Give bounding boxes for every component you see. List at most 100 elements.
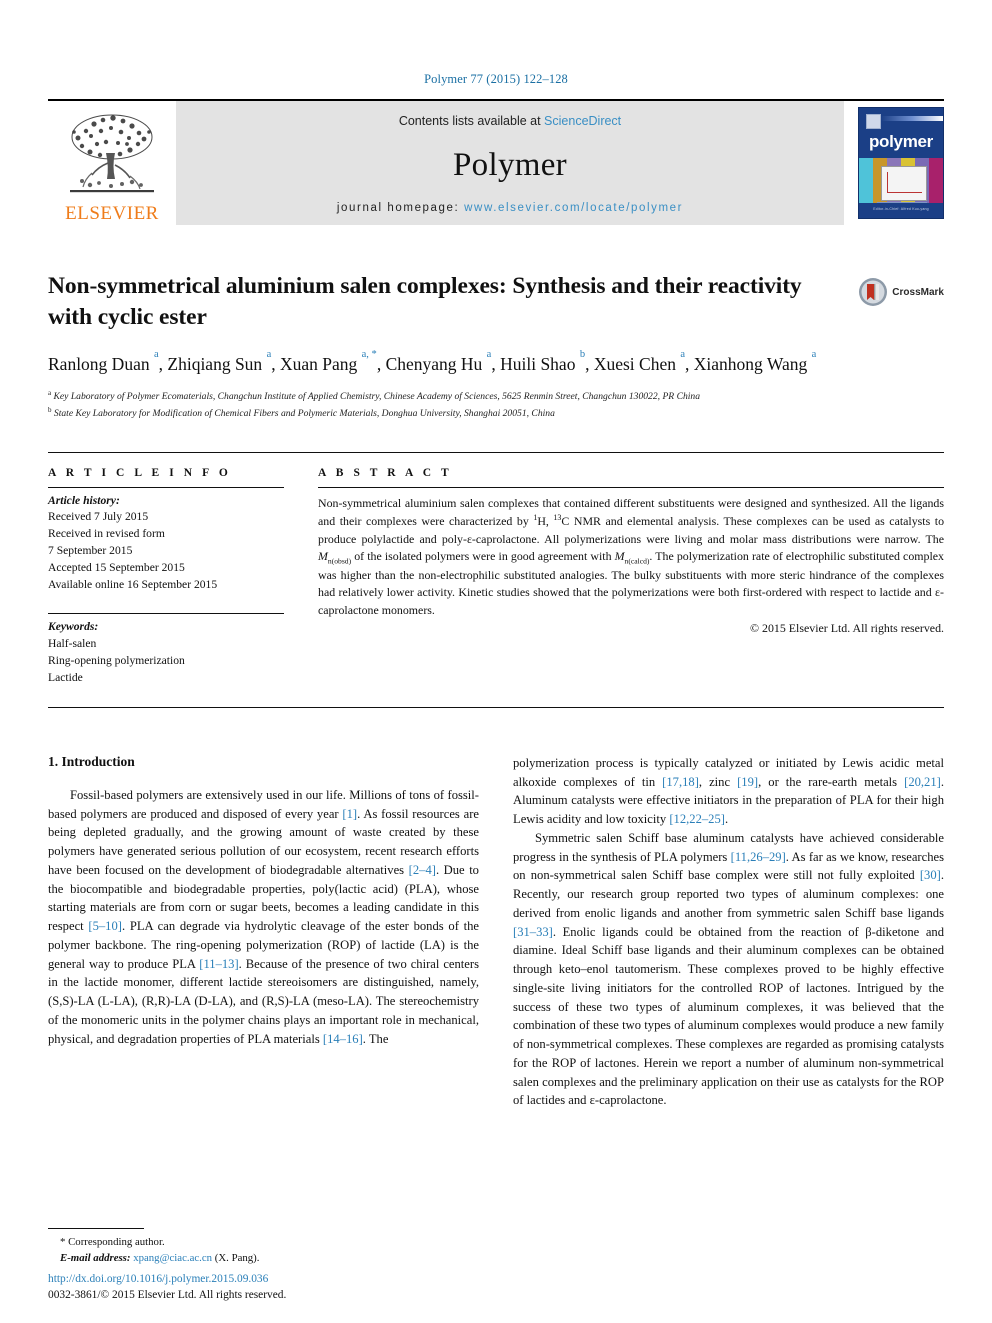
author-item: Xianhong Wang a [693,349,817,374]
intro-paragraph-right-1: polymerization process is typically cata… [513,754,944,829]
journal-title: Polymer [453,146,567,183]
email-label: E-mail address: [60,1251,131,1264]
article-history-item: Received in revised form [48,527,165,541]
abstract-column: A B S T R A C T Non-symmetrical aluminiu… [318,467,944,687]
keyword-item: Lactide [48,670,83,684]
cover-footer-rule [877,202,927,203]
email-note: E-mail address: xpang@ciac.ac.cn (X. Pan… [48,1250,478,1266]
cover-elsevier-mark-icon [866,114,881,129]
keyword-item: Ring-opening polymerization [48,653,185,667]
affiliation-item: a Key Laboratory of Polymer Ecomaterials… [48,388,944,404]
homepage-url-link[interactable]: www.elsevier.com/locate/polymer [464,202,683,214]
author-item: Xuan Pang a, *, [280,349,386,374]
elsevier-wordmark: ELSEVIER [65,203,159,224]
citation-link[interactable]: [19] [737,775,758,789]
abstract-copyright: © 2015 Elsevier Ltd. All rights reserved… [750,621,944,636]
intro-paragraph-left: Fossil-based polymers are extensively us… [48,786,479,1049]
citation-link[interactable]: [2–4] [409,863,436,877]
citation-link[interactable]: [30] [920,868,941,882]
author-name: Huili Shao [500,353,576,374]
author-separator: , [271,353,280,374]
email-link[interactable]: xpang@ciac.ac.cn [133,1252,212,1264]
author-affil-mark[interactable]: a, * [362,349,377,360]
author-affil-mark[interactable]: a [680,349,685,360]
page-title: Non-symmetrical aluminium salen complexe… [48,273,802,331]
author-item: Ranlong Duan a, [48,349,167,374]
cover-gradient-bar [881,116,943,121]
contents-prefix: Contents lists available at [398,114,545,128]
author-affil-mark[interactable]: a [812,349,817,360]
keywords-group: Keywords: Half-salen Ring-opening polyme… [48,614,284,687]
article-history-label: Article history: [48,493,120,507]
para-seg: . The [362,1031,389,1046]
citation-link[interactable]: [31–33] [513,925,553,939]
affiliation-list: a Key Laboratory of Polymer Ecomaterials… [48,388,944,421]
affiliation-item: b State Key Laboratory for Modification … [48,405,944,421]
author-list: Ranlong Duan a, Zhiqiang Sun a, Xuan Pan… [48,349,944,377]
para-seg: , or the rare-earth metals [758,774,905,789]
article-history-item: Accepted 15 September 2015 [48,561,185,575]
journal-cover-container: polymer Editor-in-Chief: Alfred Kuo-yang [844,101,944,225]
author-name: Chenyang Hu [385,353,483,374]
crossmark-icon [859,278,888,306]
section-title-introduction: 1. Introduction [48,753,135,769]
homepage-prefix: journal homepage: [336,202,465,214]
author-item: Xuesi Chen a, [593,349,694,374]
article-info-column: A R T I C L E I N F O Article history: R… [48,467,284,687]
intro-paragraph-right-2: Symmetric salen Schiff base aluminum cat… [513,829,944,1110]
author-separator: , [585,353,594,374]
journal-banner-center: Contents lists available at ScienceDirec… [176,101,844,225]
cover-journal-title: polymer [868,132,934,151]
mn-letter: M [318,549,328,563]
elsevier-logo[interactable]: ELSEVIER [48,101,176,225]
citation-link[interactable]: [12,22–25] [669,812,725,826]
affiliation-mark: a [48,389,52,398]
crossmark-label: CrossMark [892,286,944,298]
doi-link[interactable]: http://dx.doi.org/10.1016/j.polymer.2015… [48,1271,508,1287]
citation-link[interactable]: [17,18] [662,775,699,789]
citation-link[interactable]: [1] [342,807,357,821]
running-head: Polymer 77 (2015) 122–128 [424,72,568,86]
citation-link[interactable]: [20,21] [904,775,941,789]
author-item: Zhiqiang Sun a, [167,349,280,374]
sciencedirect-link[interactable]: ScienceDirect [544,114,621,128]
author-name: Xuesi Chen [593,353,676,374]
abstract-text: Non-symmetrical aluminium salen complexe… [318,488,944,620]
citation-link[interactable]: [11–13] [199,957,238,971]
info-abstract-band: A R T I C L E I N F O Article history: R… [48,451,944,708]
journal-cover-thumbnail[interactable]: polymer Editor-in-Chief: Alfred Kuo-yang [858,107,944,219]
article-history-item: Received 7 July 2015 [48,510,149,524]
author-affil-mark[interactable]: b [580,349,585,360]
keyword-item: Half-salen [48,636,97,650]
journal-banner: ELSEVIER Contents lists available at Sci… [48,99,944,225]
author-name: Ranlong Duan [48,353,150,374]
article-history-item: Available online 16 September 2015 [48,578,218,592]
affiliation-text: State Key Laboratory for Modification of… [53,408,555,420]
mn-calcd-symbol: Mn(calcd) [614,549,650,566]
title-block: Non-symmetrical aluminium salen complexe… [48,271,944,334]
mn-letter: M [614,549,625,563]
author-item: Chenyang Hu a, [385,349,501,374]
body-columns: 1. Introduction Fossil-based polymers ar… [48,754,944,1110]
para-seg: . Enolic ligands could be obtained from … [513,924,944,1108]
citation-link[interactable]: [14–16] [323,1032,363,1046]
crossmark-badge[interactable]: CrossMark [858,277,944,307]
journal-homepage-line: journal homepage: www.elsevier.com/locat… [337,202,683,214]
body-column-right: polymerization process is typically cata… [513,754,944,1110]
citation-link[interactable]: [5–10] [88,919,122,933]
abstract-seg: of the isolated polymers were in good ag… [351,549,615,563]
mn-subscript: n(calcd) [624,556,650,566]
author-affil-mark[interactable]: a [487,349,492,360]
para-seg: . [724,812,729,826]
article-page: Polymer 77 (2015) 122–128 ELSEVIER Conte… [0,0,992,1323]
author-affil-mark[interactable]: a [267,349,272,360]
author-separator: , [376,353,386,374]
author-affil-mark[interactable]: a [154,349,159,360]
issn-copyright-line: 0032-3861/© 2015 Elsevier Ltd. All right… [48,1288,287,1301]
para-seg: , zinc [698,774,738,789]
author-name: Xianhong Wang [693,353,808,374]
citation-link[interactable]: [11,26–29] [731,850,786,864]
cover-footer-text: Editor-in-Chief: Alfred Kuo-yang [873,207,929,211]
article-history-item: 7 September 2015 [48,544,133,558]
footnote-rule [48,1227,144,1229]
